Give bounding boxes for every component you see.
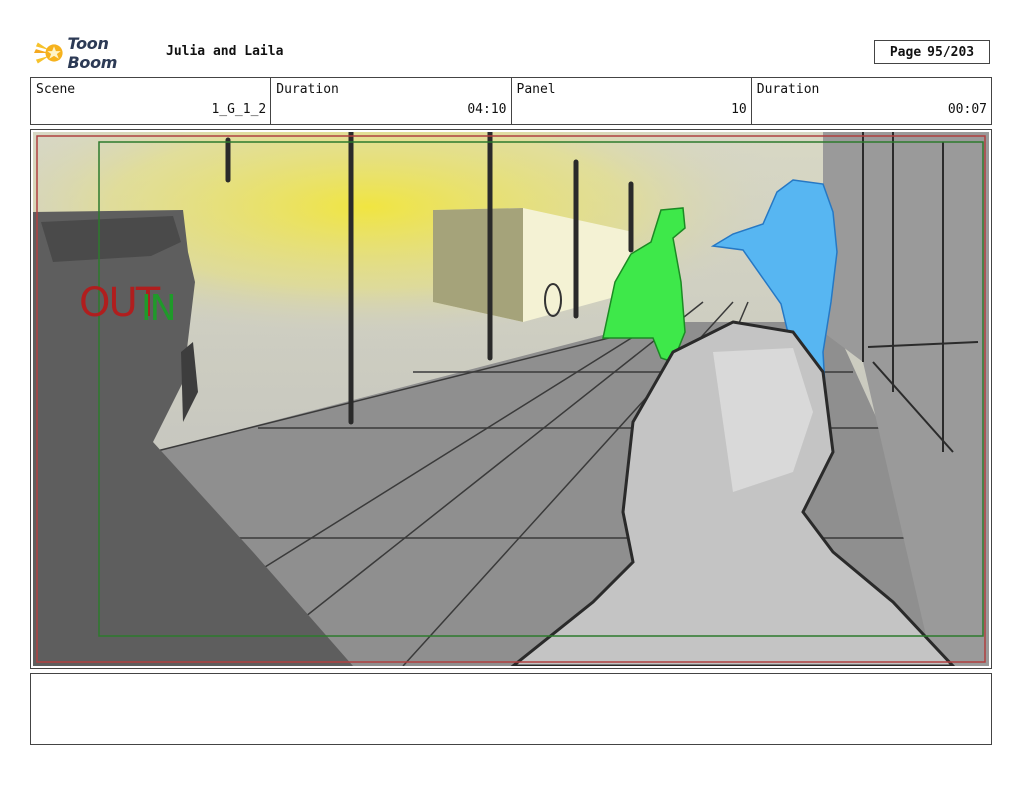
scene-cell: Scene 1_G_1_2 bbox=[31, 78, 272, 124]
panel-cell: Panel 10 bbox=[512, 78, 752, 124]
scene-duration-label: Duration bbox=[276, 82, 339, 97]
toon-boom-logo: Toon Boom bbox=[34, 34, 159, 72]
page-value: 95/203 bbox=[927, 44, 975, 60]
logo-text: Toon Boom bbox=[67, 34, 118, 72]
panel-label: Panel bbox=[516, 82, 556, 97]
scene-label: Scene bbox=[36, 82, 76, 97]
panel-value: 10 bbox=[731, 102, 747, 117]
project-title: Julia and Laila bbox=[166, 44, 284, 59]
panel-duration-label: Duration bbox=[756, 82, 820, 97]
page-indicator: Page 95/203 bbox=[874, 40, 990, 64]
page-label: Page bbox=[889, 44, 922, 60]
in-frame-label: IN bbox=[141, 288, 177, 329]
notes-box bbox=[30, 673, 992, 745]
scene-value: 1_G_1_2 bbox=[211, 102, 267, 117]
scene-duration-value: 04:10 bbox=[467, 102, 507, 117]
scene-duration-cell: Duration 04:10 bbox=[271, 78, 512, 124]
info-row: Scene 1_G_1_2 Duration 04:10 Panel 10 Du… bbox=[30, 77, 992, 125]
toon-boom-star-icon bbox=[34, 42, 63, 64]
storyboard-panel: OUT IN bbox=[30, 129, 992, 669]
panel-duration-value: 00:07 bbox=[947, 102, 987, 117]
storyboard-drawing bbox=[33, 132, 989, 666]
panel-duration-cell: Duration 00:07 bbox=[752, 78, 991, 124]
